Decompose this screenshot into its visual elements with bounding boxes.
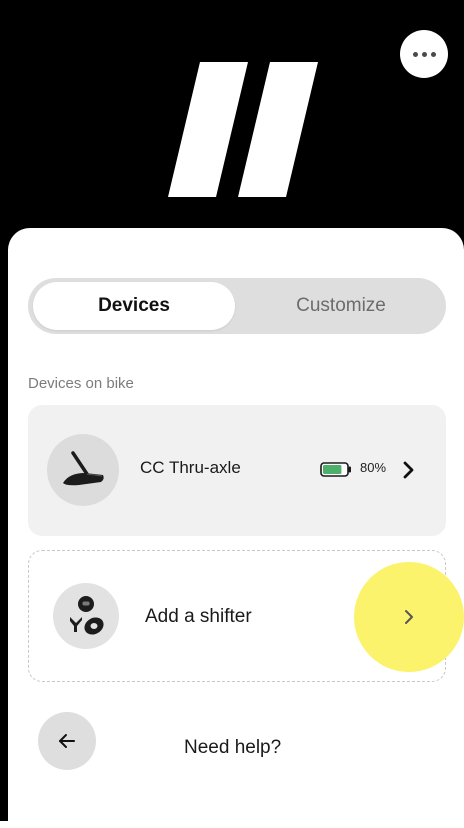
chevron-right-icon (403, 461, 414, 479)
more-horizontal-icon (412, 51, 436, 57)
device-card[interactable]: CC Thru-axle 80% (28, 405, 446, 536)
shifter-icon (70, 596, 104, 635)
device-avatar (47, 434, 119, 506)
battery-icon (320, 462, 351, 477)
arrow-left-icon (59, 734, 75, 748)
bottom-sheet: Devices Customize Devices on bike CC Thr… (8, 228, 464, 828)
more-options-button[interactable] (400, 30, 448, 78)
app-screen: Devices Customize Devices on bike CC Thr… (0, 0, 464, 828)
device-name: CC Thru-axle (140, 458, 241, 477)
tab-switcher: Devices Customize (28, 278, 446, 334)
screen-edge (0, 0, 8, 821)
tab-customize[interactable]: Customize (240, 282, 442, 330)
need-help-link[interactable]: Need help? (184, 737, 281, 759)
app-header (8, 0, 464, 250)
section-label-devices: Devices on bike (28, 375, 134, 392)
add-shifter-label: Add a shifter (145, 606, 252, 627)
back-button[interactable] (38, 712, 96, 770)
battery-percentage: 80% (360, 460, 387, 475)
brand-logo-icon (168, 62, 318, 197)
thru-axle-icon (63, 451, 104, 486)
tab-devices[interactable]: Devices (33, 282, 235, 330)
chevron-right-icon[interactable] (402, 607, 416, 627)
add-device-avatar (53, 583, 119, 649)
add-shifter-card[interactable]: Add a shifter (28, 550, 464, 682)
